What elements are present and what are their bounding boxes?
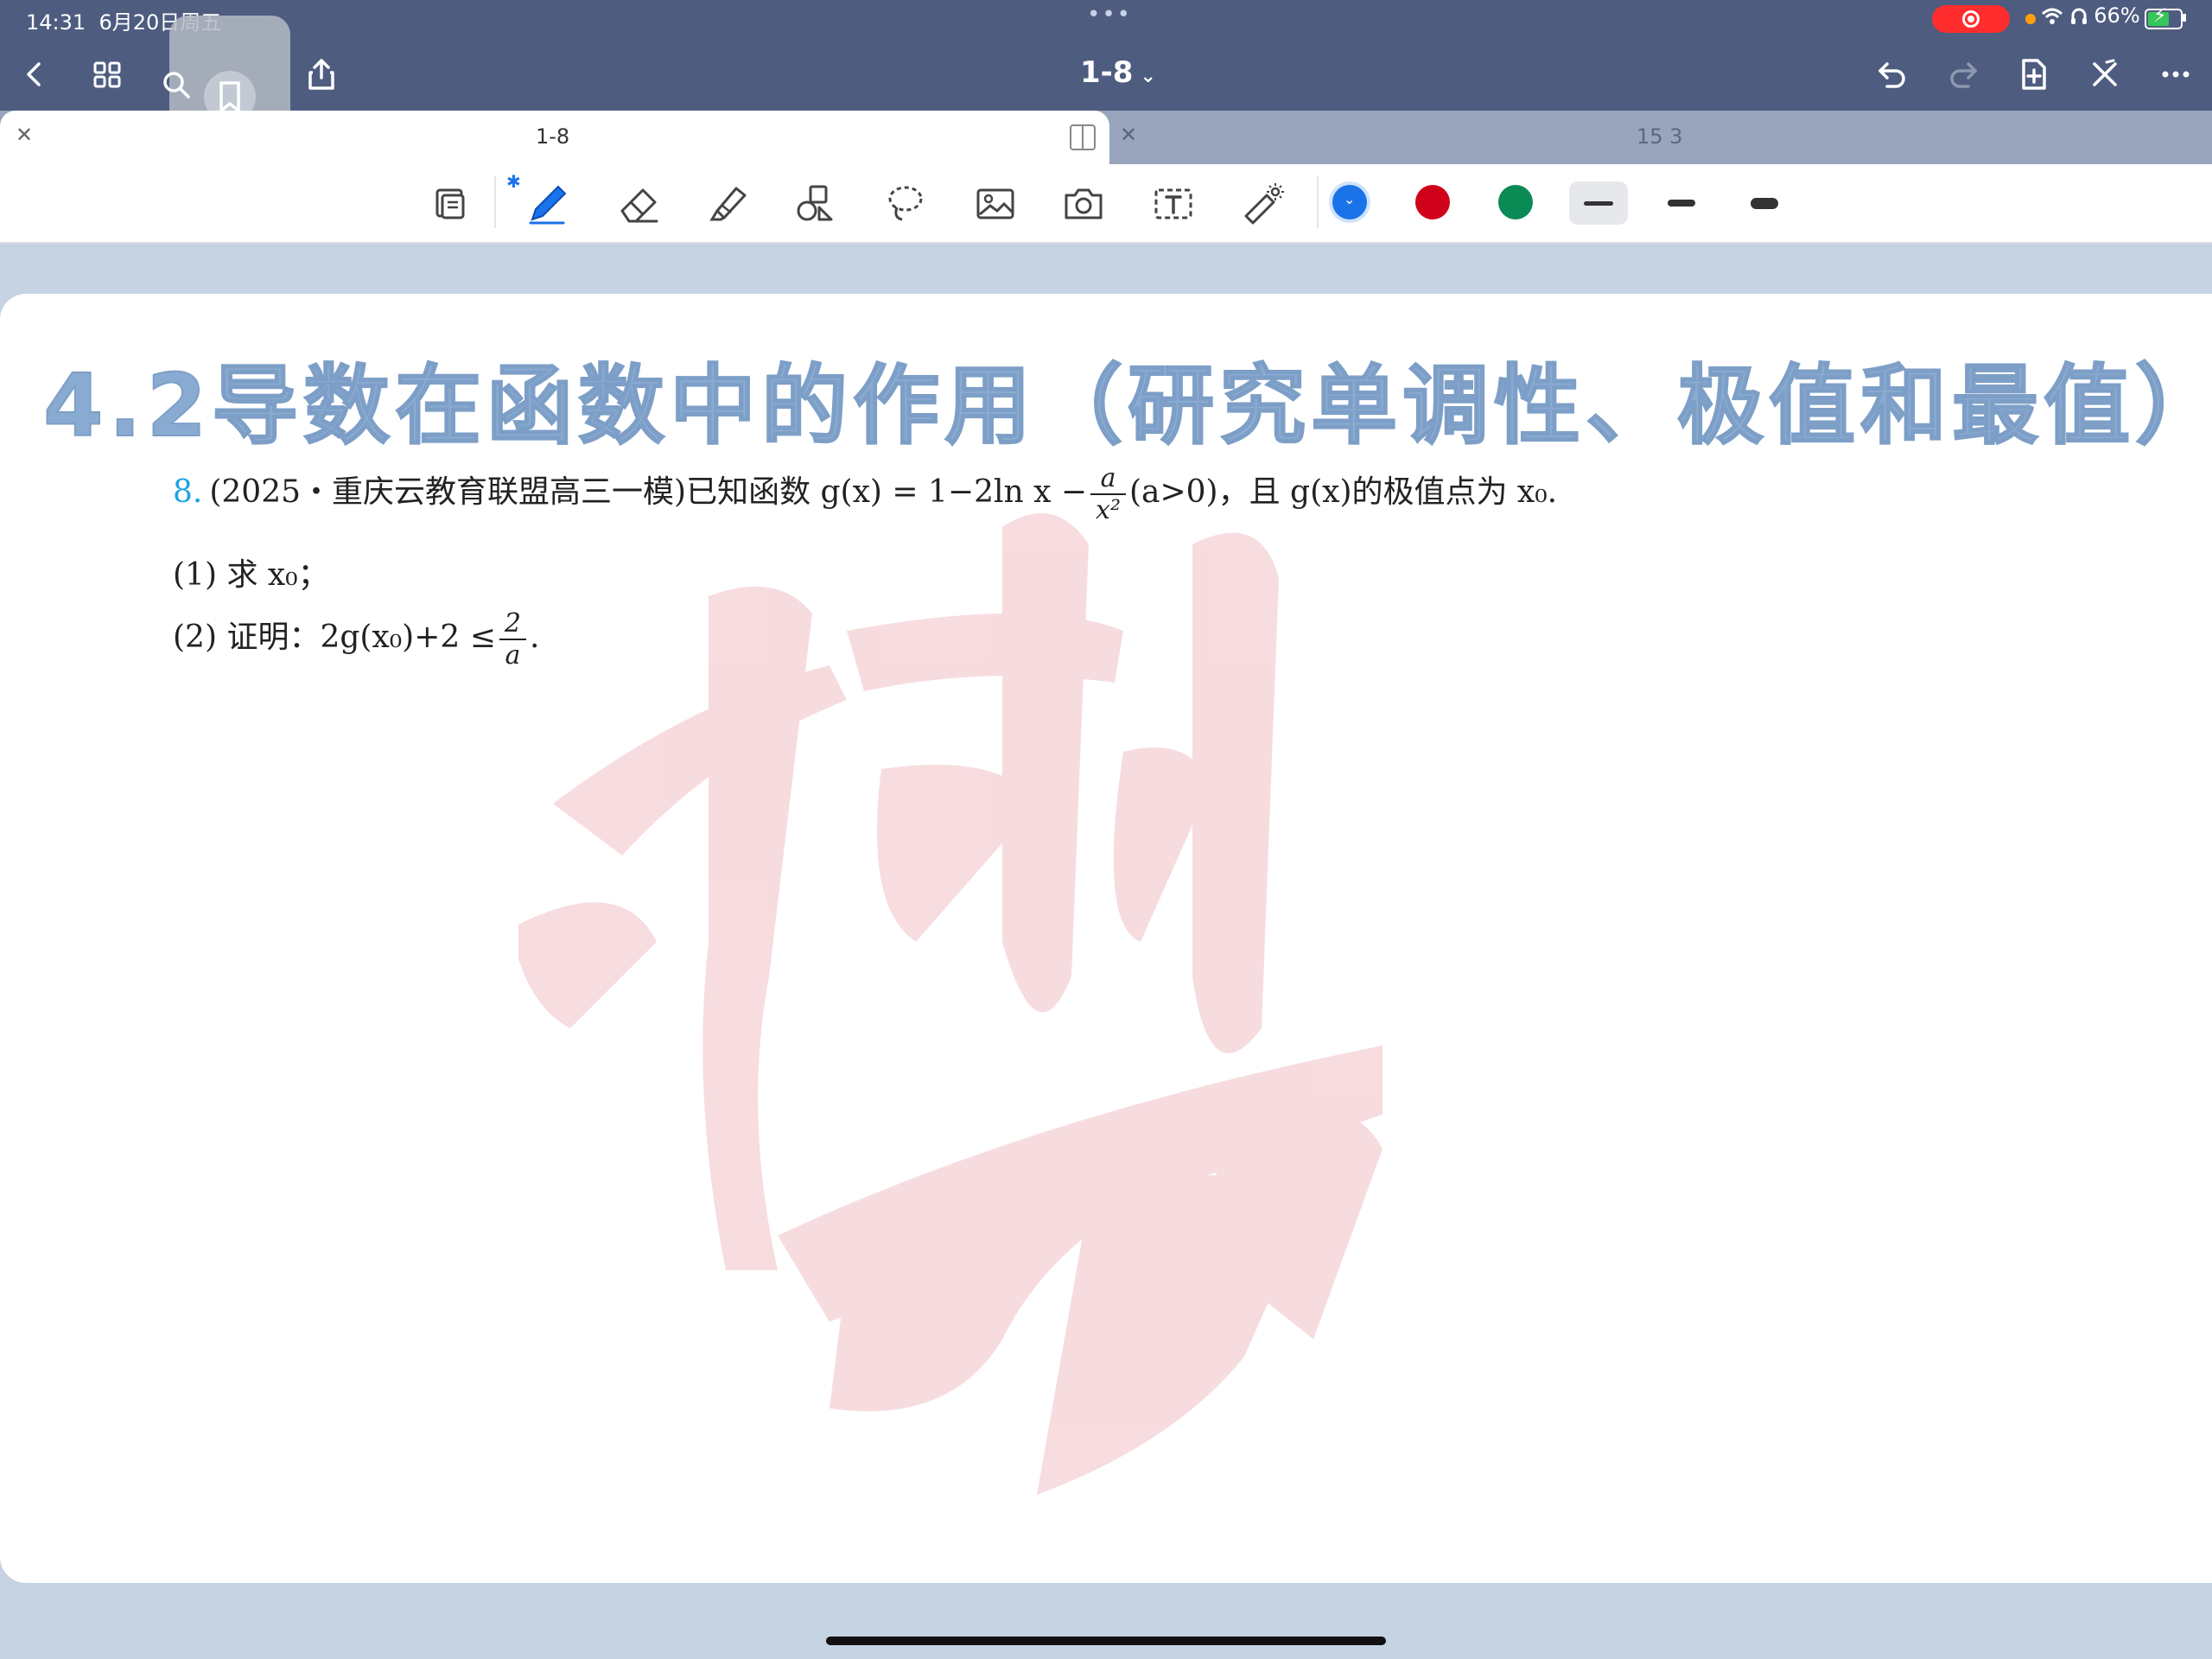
thickness-thick[interactable] <box>1735 181 1794 225</box>
lasso-icon[interactable] <box>878 176 933 232</box>
toolbar-divider <box>1317 176 1319 228</box>
page-heading: 4.2导数在函数中的作用（研究单调性、极值和最值） <box>42 354 2212 457</box>
shapes-icon[interactable] <box>788 176 843 232</box>
chevron-down-icon: ⌄ <box>1140 66 1156 87</box>
tab-strip: ✕ 1-8 ✕ 15 3 <box>0 111 2212 164</box>
thickness-medium[interactable] <box>1652 181 1711 225</box>
status-bar: 14:31 6月20日周五 ••• 66% ⚡ <box>0 0 2212 38</box>
more-icon[interactable] <box>2153 52 2198 97</box>
grid-icon[interactable] <box>85 52 130 97</box>
thickness-thin[interactable] <box>1569 181 1628 225</box>
tab-close-icon[interactable]: ✕ <box>16 123 33 147</box>
highlighter-icon[interactable] <box>700 176 755 232</box>
eraser-icon[interactable] <box>612 176 667 232</box>
toolbar-divider <box>494 176 496 228</box>
page-layout-icon[interactable] <box>423 176 479 232</box>
fraction: 2a <box>499 608 526 671</box>
screen-record-icon[interactable] <box>1932 5 2010 33</box>
problem-statement: 8. (2025・重庆云教育联盟高三一模)已知函数 g(x) = 1−2ln x … <box>173 463 1558 525</box>
camera-icon[interactable] <box>1056 176 1111 232</box>
close-icon[interactable] <box>2082 52 2127 97</box>
document-title-menu[interactable]: 1-8 ⌄ <box>1080 55 1156 90</box>
problem-part-2: (2) 证明：2g(x₀)+2 ≤2 a. <box>173 608 540 671</box>
pen-icon[interactable] <box>518 176 574 232</box>
undo-icon[interactable] <box>1870 52 1915 97</box>
wifi-icon <box>2041 3 2070 28</box>
color-swatch-red[interactable] <box>1415 185 1450 219</box>
share-icon[interactable] <box>299 52 344 97</box>
search-icon[interactable] <box>154 62 199 107</box>
mic-indicator-icon <box>2025 14 2036 24</box>
battery-icon: ⚡ <box>2145 5 2183 29</box>
nav-bar: 1-8 ⌄ <box>0 16 2212 138</box>
add-page-icon[interactable] <box>2012 52 2056 97</box>
chevron-left-icon[interactable] <box>12 52 57 97</box>
document-page[interactable]: 4.2导数在函数中的作用（研究单调性、极值和最值） 8. (2025・重庆云教育联… <box>0 294 2212 1583</box>
tab-label: 1-8 <box>536 124 570 149</box>
color-swatch-green[interactable] <box>1498 185 1533 219</box>
color-swatch-blue[interactable]: ⌄ <box>1332 185 1367 219</box>
annotation-toolbar: ✱ ⌄ <box>0 164 2212 244</box>
battery-percent: 66% <box>2094 3 2140 28</box>
chevron-down-icon: ⌄ <box>1344 191 1356 207</box>
image-icon[interactable] <box>968 176 1023 232</box>
watermark-logo <box>518 513 1382 1495</box>
home-indicator[interactable] <box>826 1637 1386 1645</box>
problem-number: 8. <box>173 474 203 510</box>
tab-label: 15 3 <box>1637 124 1683 149</box>
fraction: a x² <box>1090 463 1126 525</box>
tab-close-icon[interactable]: ✕ <box>1120 123 1137 147</box>
tab-1-8[interactable]: ✕ 1-8 <box>0 111 1109 164</box>
split-view-icon[interactable] <box>1070 124 1096 150</box>
redo-icon[interactable] <box>1941 52 1986 97</box>
laser-pointer-icon[interactable] <box>1236 176 1291 232</box>
status-right: 66% <box>2041 3 2140 28</box>
tab-15-3[interactable]: ✕ 15 3 <box>1109 111 2212 164</box>
multitask-dots-icon[interactable]: ••• <box>1087 2 1132 28</box>
problem-part-1: (1) 求 x₀； <box>173 557 329 593</box>
text-icon[interactable] <box>1146 176 1201 232</box>
headphones-icon <box>2070 3 2094 28</box>
